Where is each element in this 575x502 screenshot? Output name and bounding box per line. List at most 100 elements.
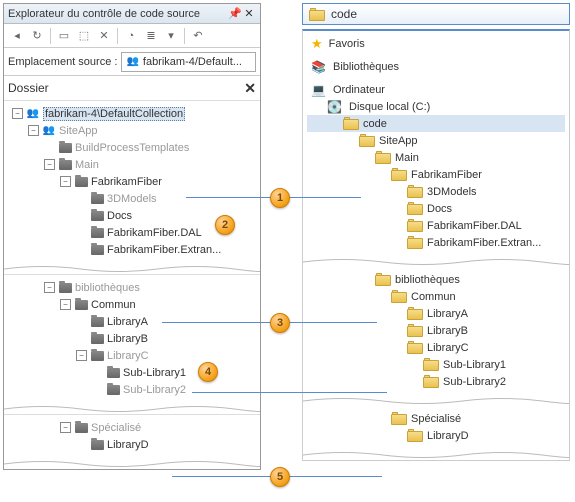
explorer-row[interactable]: bibliothèques [307,271,565,288]
tree-row[interactable]: 3DModels [6,190,258,207]
explorer-row[interactable]: Sub-Library1 [307,356,565,373]
tree-row[interactable]: LibraryB [6,330,258,347]
node-label: 3DModels [427,186,477,198]
node-label: Main [395,152,419,164]
node-label: SiteApp [59,125,98,137]
explorer-row[interactable]: Commun [307,288,565,305]
explorer-row[interactable]: 📚Bibliothèques [307,58,565,75]
folder-icon [90,244,104,256]
node-label: Sub-Library2 [123,384,186,396]
delete-icon[interactable]: ✕ [95,27,113,45]
node-label: Ordinateur [333,84,385,96]
undo-icon[interactable]: ↶ [189,27,207,45]
workspace-icon: 👥 [42,125,56,137]
explorer-row[interactable]: LibraryA [307,305,565,322]
compare-icon[interactable]: ≣ [142,27,160,45]
node-label: Sub-Library1 [443,359,506,371]
tree-row[interactable]: BuildProcessTemplates [6,139,258,156]
tree-row[interactable]: −Spécialisé [6,419,258,436]
refresh-icon[interactable]: ↻ [28,27,46,45]
separator [117,28,118,44]
tree-row[interactable]: −Main [6,156,258,173]
tree-row[interactable]: Sub-Library1 [6,364,258,381]
explorer-row[interactable]: Main [307,149,565,166]
tree-row[interactable]: −bibliothèques [6,279,258,296]
tree-section: −SpécialiséLibraryD [4,414,260,459]
source-location-row: Emplacement source : 👥 fabrikam-4/Defaul… [4,48,260,76]
node-label: BuildProcessTemplates [75,142,189,154]
folder-icon [90,316,104,328]
expander-icon[interactable]: − [60,299,71,310]
explorer-row[interactable]: ★Favoris [307,35,565,52]
folder-icon [375,273,391,286]
connector-sub [192,392,387,393]
tree-row[interactable]: − FabrikamFiber [6,173,258,190]
close-folder-icon[interactable]: ✕ [244,80,256,97]
tree-row[interactable]: LibraryD [6,436,258,453]
folder-icon [391,412,407,425]
tree-row[interactable]: − Commun [6,296,258,313]
folder-icon [58,282,72,294]
folder-icon [58,142,72,154]
node-label: Sub-Library1 [123,367,186,379]
separator [184,28,185,44]
folder-icon [90,350,104,362]
explorer-row[interactable]: FabrikamFiber.Extran... [307,234,565,251]
library-icon: 📚 [311,60,327,74]
folder-icon [309,8,325,21]
explorer-row[interactable]: code [307,115,565,132]
clock-icon[interactable]: ◔ [122,27,140,45]
node-label: FabrikamFiber [91,176,162,188]
filter-icon[interactable]: ▾ [162,27,180,45]
explorer-row[interactable]: 💽Disque local (C:) [307,98,565,115]
source-location-value: fabrikam-4/Default... [143,56,242,68]
explorer-row[interactable]: LibraryC [307,339,565,356]
expander-icon[interactable]: − [60,422,71,433]
node-label: LibraryB [107,333,148,345]
node-label: LibraryA [427,308,468,320]
node-label: LibraryC [107,350,149,362]
expander-icon[interactable]: − [60,176,71,187]
folder-icon [391,168,407,181]
expander-icon[interactable]: − [44,282,55,293]
source-control-explorer: Explorateur du contrôle de code source 📌… [3,3,261,470]
expander-icon[interactable]: − [28,125,39,136]
explorer-row[interactable]: FabrikamFiber.DAL [307,217,565,234]
open-icon[interactable]: ▭ [55,27,73,45]
folder-header: Dossier ✕ [4,76,260,100]
node-label: bibliothèques [395,274,460,286]
node-label: Commun [91,299,136,311]
pin-icon[interactable]: 📌 [228,7,242,20]
explorer-row[interactable]: FabrikamFiber [307,166,565,183]
close-icon[interactable]: ✕ [242,7,256,20]
explorer-title: code [331,7,357,21]
tree-row[interactable]: − LibraryC [6,347,258,364]
tree-row[interactable]: −👥SiteApp [6,122,258,139]
callout-5: 5 [270,467,290,487]
explorer-row[interactable]: SiteApp [307,132,565,149]
node-label: FabrikamFiber.Extran... [107,244,221,256]
back-icon[interactable]: ◂ [8,27,26,45]
tree-section: −👥fabrikam-4\DefaultCollection−👥SiteAppB… [4,100,260,264]
expander-icon[interactable]: − [44,159,55,170]
tree-row[interactable]: −👥fabrikam-4\DefaultCollection [6,105,258,122]
explorer-section: ★Favoris 📚Bibliothèques 💻Ordinateur💽Disque… [303,31,569,257]
folder-tree: −👥fabrikam-4\DefaultCollection−👥SiteAppB… [4,100,260,469]
explorer-row[interactable]: 💻Ordinateur [307,81,565,98]
explorer-row[interactable]: Docs [307,200,565,217]
explorer-row[interactable]: LibraryB [307,322,565,339]
folder-icon [106,384,120,396]
add-icon[interactable]: ⬚ [75,27,93,45]
explorer-row[interactable]: Sub-Library2 [307,373,565,390]
node-label: 3DModels [107,193,157,205]
node-label: LibraryC [427,342,469,354]
source-location-input[interactable]: 👥 fabrikam-4/Default... [121,52,256,72]
explorer-row[interactable]: Spécialisé [307,410,565,427]
expander-icon[interactable]: − [12,108,23,119]
tree-row[interactable]: FabrikamFiber.Extran... [6,241,258,258]
node-label: FabrikamFiber.DAL [427,220,522,232]
tree-row[interactable]: Sub-Library2 [6,381,258,398]
expander-icon[interactable]: − [76,350,87,361]
explorer-row[interactable]: LibraryD [307,427,565,444]
folder-icon [74,299,88,311]
